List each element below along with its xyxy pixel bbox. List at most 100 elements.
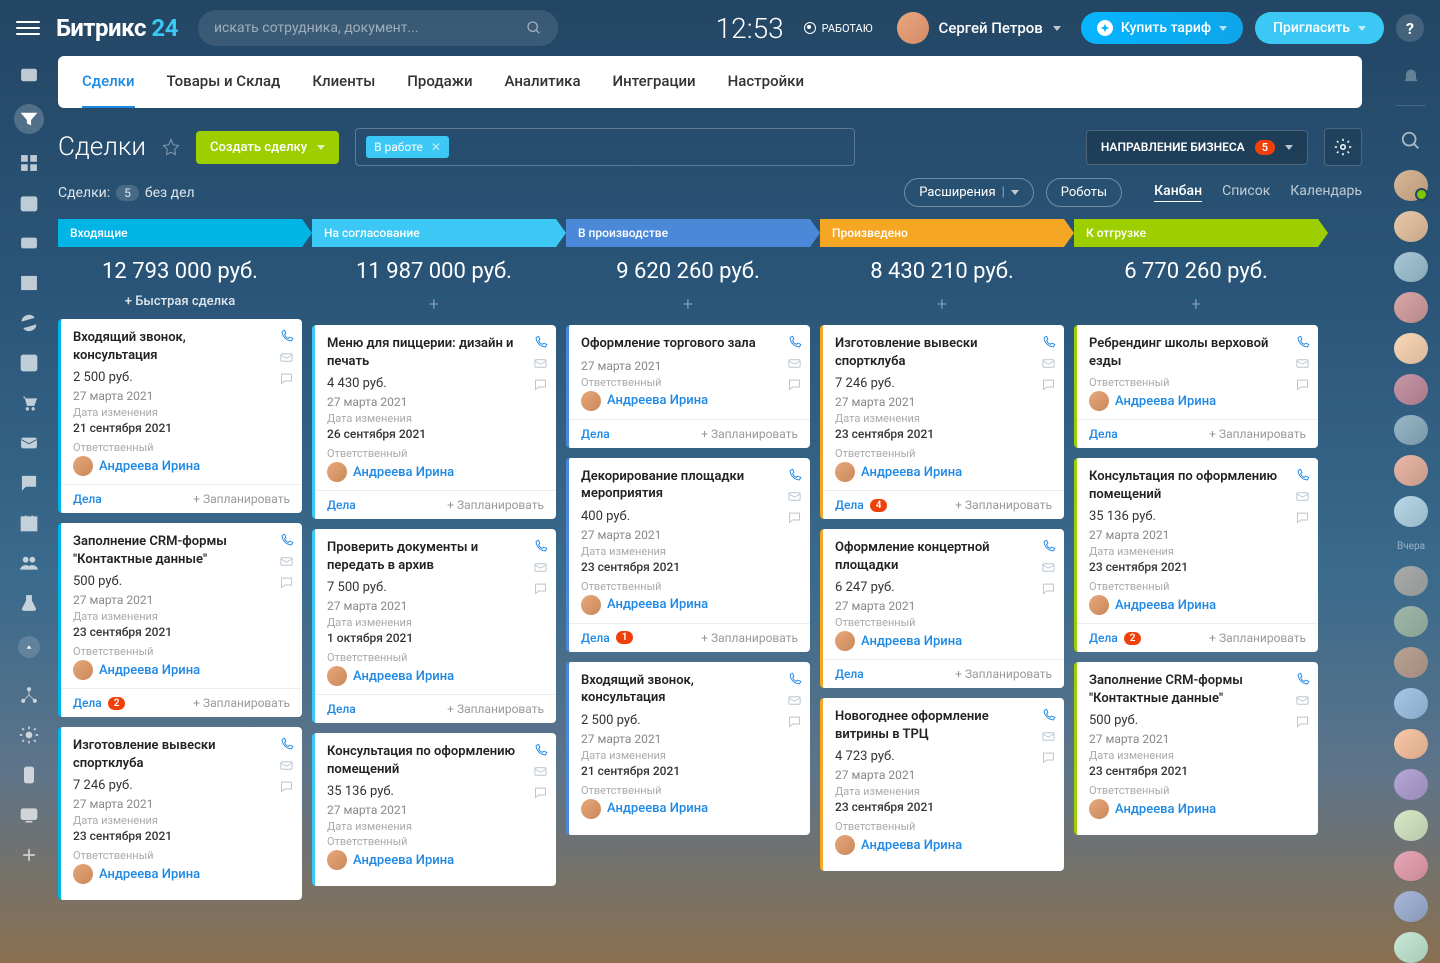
contact-avatar[interactable] (1394, 851, 1428, 882)
stage-header[interactable]: На согласование (312, 219, 556, 247)
card-deals-link[interactable]: Дела (581, 427, 610, 441)
card-title[interactable]: Изготовление вывески спортклуба (835, 335, 1052, 370)
quick-add[interactable]: + (566, 290, 810, 325)
card-responsible[interactable]: Андреева Ирина (73, 864, 290, 884)
contact-avatar[interactable] (1394, 810, 1428, 841)
chat-icon[interactable] (1295, 510, 1310, 525)
card-title[interactable]: Декорирование площадки мероприятия (581, 468, 798, 503)
card-responsible[interactable]: Андреева Ирина (835, 631, 1052, 651)
card-deals-link[interactable]: Дела (1089, 427, 1118, 441)
nav-clients[interactable]: Клиенты (312, 56, 375, 108)
contact-avatar[interactable] (1394, 455, 1428, 486)
chat-icon[interactable] (533, 581, 548, 596)
deal-card[interactable]: Декорирование площадки мероприятия400 ру… (566, 458, 810, 652)
contact-avatar[interactable] (1394, 647, 1428, 678)
phone-icon[interactable] (1041, 335, 1056, 350)
mail-icon[interactable] (1295, 356, 1310, 371)
contact-avatar[interactable] (1394, 769, 1428, 800)
card-plan-link[interactable]: + Запланировать (447, 498, 544, 512)
sidebar-mail-icon[interactable] (18, 432, 40, 454)
mail-icon[interactable] (533, 560, 548, 575)
sidebar-window-icon[interactable] (18, 64, 40, 86)
mail-icon[interactable] (1295, 489, 1310, 504)
card-title[interactable]: Консультация по оформлению помещений (1089, 468, 1306, 503)
chat-icon[interactable] (279, 371, 294, 386)
phone-icon[interactable] (279, 329, 294, 344)
chat-icon[interactable] (1041, 581, 1056, 596)
sidebar-collapse-icon[interactable] (18, 636, 40, 658)
contact-avatar[interactable] (1394, 170, 1428, 201)
card-plan-link[interactable]: + Запланировать (701, 631, 798, 645)
card-deals-link[interactable]: Дела (835, 667, 864, 681)
phone-icon[interactable] (1295, 468, 1310, 483)
contact-avatar[interactable] (1394, 729, 1428, 760)
deal-card[interactable]: Входящий звонок, консультация2 500 руб.2… (58, 319, 302, 513)
card-title[interactable]: Ребрендинг школы верховой езды (1089, 335, 1306, 370)
card-responsible[interactable]: Андреева Ирина (581, 595, 798, 615)
sidebar-schedule-icon[interactable] (18, 512, 40, 534)
card-title[interactable]: Консультация по оформлению помещений (327, 743, 544, 778)
help-button[interactable]: ? (1396, 14, 1424, 42)
deal-card[interactable]: Изготовление вывески спортклуба7 246 руб… (58, 727, 302, 900)
contact-avatar[interactable] (1394, 891, 1428, 922)
mail-icon[interactable] (1041, 356, 1056, 371)
phone-icon[interactable] (533, 743, 548, 758)
stage-header[interactable]: Входящие (58, 219, 302, 247)
phone-icon[interactable] (1295, 672, 1310, 687)
sidebar-desktop-icon[interactable] (18, 804, 40, 826)
card-responsible[interactable]: Андреева Ирина (327, 850, 544, 870)
card-title[interactable]: Оформление концертной площадки (835, 539, 1052, 574)
card-responsible[interactable]: Андреева Ирина (73, 456, 290, 476)
nav-settings[interactable]: Настройки (728, 56, 804, 108)
contact-avatar[interactable] (1394, 932, 1428, 963)
card-deals-link[interactable]: Дела 2 (73, 696, 125, 710)
sidebar-grid-icon[interactable] (18, 152, 40, 174)
menu-toggle[interactable] (16, 16, 40, 40)
card-title[interactable]: Меню для пиццерии: дизайн и печать (327, 335, 544, 370)
card-plan-link[interactable]: + Запланировать (1209, 631, 1306, 645)
extensions-button[interactable]: Расширения| (904, 178, 1034, 207)
quick-add[interactable]: + (312, 290, 556, 325)
card-responsible[interactable]: Андреева Ирина (1089, 595, 1306, 615)
card-deals-link[interactable]: Дела 1 (581, 631, 633, 645)
sidebar-calendar-icon[interactable] (18, 192, 40, 214)
phone-icon[interactable] (533, 539, 548, 554)
view-list[interactable]: Список (1222, 183, 1270, 202)
sidebar-chat-icon[interactable] (18, 472, 40, 494)
chat-icon[interactable] (787, 714, 802, 729)
chat-icon[interactable] (1295, 377, 1310, 392)
no-deals-filter[interactable]: без дел (145, 185, 195, 201)
chat-icon[interactable] (533, 377, 548, 392)
sidebar-cart-icon[interactable] (18, 392, 40, 414)
card-plan-link[interactable]: + Запланировать (701, 427, 798, 441)
deal-card[interactable]: Заполнение CRM-формы "Контактные данные"… (58, 523, 302, 717)
global-search[interactable] (198, 10, 558, 46)
card-title[interactable]: Входящий звонок, консультация (581, 672, 798, 707)
settings-gear-button[interactable] (1324, 128, 1362, 166)
card-title[interactable]: Новогоднее оформление витрины в ТРЦ (835, 708, 1052, 743)
sidebar-lab-icon[interactable] (18, 592, 40, 614)
sidebar-sitemap-icon[interactable] (18, 684, 40, 706)
mail-icon[interactable] (787, 693, 802, 708)
nav-deals[interactable]: Сделки (82, 56, 135, 108)
mail-icon[interactable] (279, 758, 294, 773)
card-responsible[interactable]: Андреева Ирина (835, 462, 1052, 482)
deal-card[interactable]: Оформление торгового зала27 марта 2021От… (566, 325, 810, 448)
stage-header[interactable]: К отгрузке (1074, 219, 1318, 247)
card-deals-link[interactable]: Дела 2 (1089, 631, 1141, 645)
mail-icon[interactable] (787, 356, 802, 371)
contact-avatar[interactable] (1394, 688, 1428, 719)
card-plan-link[interactable]: + Запланировать (955, 498, 1052, 512)
star-icon[interactable] (162, 138, 180, 156)
sidebar-sync-icon[interactable] (18, 312, 40, 334)
search-input[interactable] (214, 20, 526, 36)
mail-icon[interactable] (1041, 729, 1056, 744)
card-title[interactable]: Проверить документы и передать в архив (327, 539, 544, 574)
chat-icon[interactable] (787, 377, 802, 392)
chat-icon[interactable] (1295, 714, 1310, 729)
contact-search-icon[interactable] (1400, 130, 1422, 152)
close-icon[interactable]: ✕ (431, 140, 441, 154)
chat-icon[interactable] (279, 575, 294, 590)
phone-icon[interactable] (533, 335, 548, 350)
phone-icon[interactable] (1295, 335, 1310, 350)
